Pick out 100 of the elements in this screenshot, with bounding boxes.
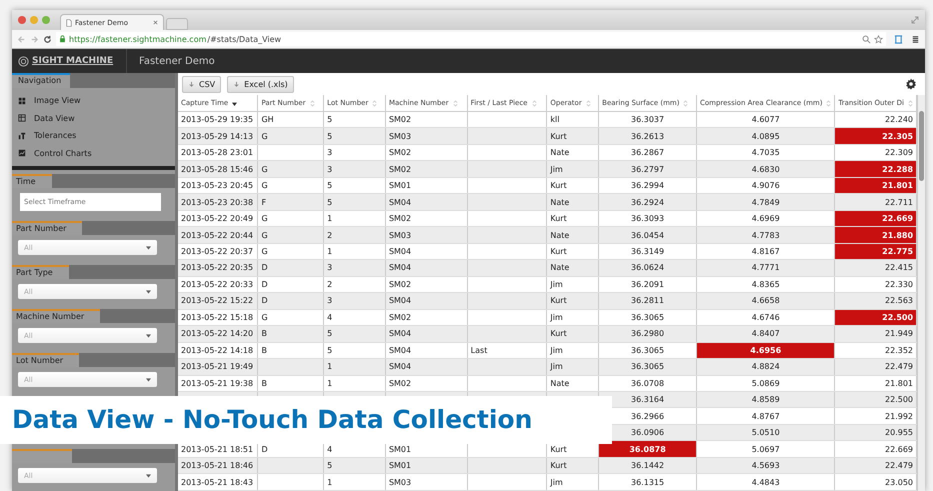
table-cell: 4 xyxy=(324,309,386,326)
filter-label: Part Number xyxy=(12,221,82,235)
caret-icon xyxy=(146,290,151,294)
zoom-icon[interactable] xyxy=(862,34,871,44)
table-cell: 23.050 xyxy=(834,474,917,490)
table-cell: 3 xyxy=(324,260,386,276)
table-cell: 5 xyxy=(324,194,386,210)
reload-icon[interactable] xyxy=(43,34,52,44)
caret-icon xyxy=(146,474,151,478)
table-cell: 2013-05-21 19:49 xyxy=(178,358,258,375)
table-cell: 2013-05-22 20:49 xyxy=(178,210,258,227)
caret-icon xyxy=(146,246,151,250)
table-cell: SM02 xyxy=(385,112,468,128)
table-cell: SM03 xyxy=(385,226,468,244)
table-cell: 22.330 xyxy=(834,276,917,293)
table-cell: 1 xyxy=(324,210,386,227)
table-cell: 36.0454 xyxy=(598,226,696,244)
table-cell: 2013-05-21 18:46 xyxy=(178,457,258,474)
table-cell: 5 xyxy=(324,177,386,194)
table-cell: 36.3149 xyxy=(598,243,696,260)
close-button[interactable] xyxy=(18,16,26,24)
nav-item[interactable]: Tolerances xyxy=(18,127,175,144)
table-cell: kll xyxy=(546,112,599,128)
table-cell: Nate xyxy=(546,226,599,244)
table-cell: 4.9076 xyxy=(696,177,835,194)
table-cell: 22.352 xyxy=(834,342,917,359)
table-cell: SM02 xyxy=(385,375,468,392)
table-cell: G xyxy=(258,128,324,144)
settings-icon[interactable] xyxy=(905,78,917,90)
scrollbar[interactable] xyxy=(917,95,925,491)
table-cell: 5 xyxy=(324,326,386,342)
table-cell: SM01 xyxy=(385,457,468,474)
table-cell: D xyxy=(258,260,324,276)
table-cell: 5 xyxy=(324,128,386,144)
table-cell: 22.669 xyxy=(834,440,917,458)
table-cell: 21.949 xyxy=(834,326,917,342)
table-cell: Kurt xyxy=(546,243,599,260)
address-bar[interactable]: https://fastener.sightmachine.com/#stats/Data_View xyxy=(56,32,886,46)
nav-item[interactable]: Control Charts xyxy=(18,144,175,162)
table-cell: 2013-05-21 19:38 xyxy=(178,375,258,392)
filter-label: Part Type xyxy=(12,265,69,279)
grid-icon xyxy=(18,96,26,105)
new-tab-button[interactable] xyxy=(166,18,188,30)
close-icon[interactable] xyxy=(153,20,158,25)
table-cell: 2013-05-22 14:18 xyxy=(178,342,258,359)
table-cell: SM04 xyxy=(385,260,468,276)
filter-label: Lot Number xyxy=(12,353,80,367)
table-cell: 36.2811 xyxy=(598,292,696,310)
table-cell: SM04 xyxy=(385,326,468,342)
table-cell: B xyxy=(258,342,324,359)
extension-icon[interactable] xyxy=(894,34,903,44)
table-cell: 2013-05-22 15:18 xyxy=(178,309,258,326)
table-cell: 36.1315 xyxy=(598,474,696,490)
table-cell: 2013-05-22 20:37 xyxy=(178,243,258,260)
table-cell: 2013-05-23 20:38 xyxy=(178,194,258,210)
lock-icon xyxy=(59,35,66,43)
table-cell: 2013-05-22 20:44 xyxy=(178,226,258,244)
table-cell: Kurt xyxy=(546,128,599,144)
page-icon xyxy=(66,18,72,26)
back-icon[interactable] xyxy=(17,34,26,44)
table-cell: Kurt xyxy=(546,292,599,310)
table-cell: F xyxy=(258,194,324,210)
table-cell: 22.711 xyxy=(834,194,917,210)
table-cell: Jim xyxy=(546,474,599,490)
download-button[interactable]: CSV xyxy=(182,76,222,92)
table-cell: 3 xyxy=(324,292,386,310)
table-cell: 4.4843 xyxy=(696,474,835,490)
maximize-button[interactable] xyxy=(42,16,50,24)
menu-icon[interactable] xyxy=(911,34,920,44)
navigation-tab[interactable]: Navigation xyxy=(12,73,70,88)
star-icon[interactable] xyxy=(874,34,883,44)
fullscreen-icon[interactable] xyxy=(911,16,919,24)
table-cell: 22.309 xyxy=(834,144,917,161)
table-cell: 4.8589 xyxy=(696,391,835,408)
download-button[interactable]: Excel (.xls) xyxy=(227,76,294,92)
table-cell: 22.240 xyxy=(834,112,917,128)
table-cell: 21.801 xyxy=(834,375,917,392)
table-cell xyxy=(258,144,324,161)
flagged-cell: 22.305 xyxy=(834,128,917,144)
table-cell: 4.5693 xyxy=(696,457,835,474)
table-cell: 5.0697 xyxy=(696,440,835,458)
table-cell: Jim xyxy=(546,160,599,178)
table-cell: 36.3065 xyxy=(598,358,696,375)
table-cell: 3 xyxy=(324,160,386,178)
table-cell: Nate xyxy=(546,194,599,210)
flagged-cell: 21.801 xyxy=(834,177,917,194)
forward-icon[interactable] xyxy=(30,34,39,44)
table-cell: 36.2980 xyxy=(598,326,696,342)
table-cell: SM03 xyxy=(385,128,468,144)
table-cell: 22.415 xyxy=(834,260,917,276)
table-cell: 4.8824 xyxy=(696,358,835,375)
nav-item[interactable]: Data View xyxy=(18,110,175,127)
table-cell: 4.8365 xyxy=(696,276,835,293)
table-cell: SM04 xyxy=(385,342,468,359)
minimize-button[interactable] xyxy=(30,16,38,24)
table-cell: Jim xyxy=(546,276,599,293)
table-cell: B xyxy=(258,375,324,392)
table-cell: 36.2613 xyxy=(598,128,696,144)
nav-item[interactable]: Image View xyxy=(18,92,175,110)
flagged-cell: 22.288 xyxy=(834,160,917,178)
